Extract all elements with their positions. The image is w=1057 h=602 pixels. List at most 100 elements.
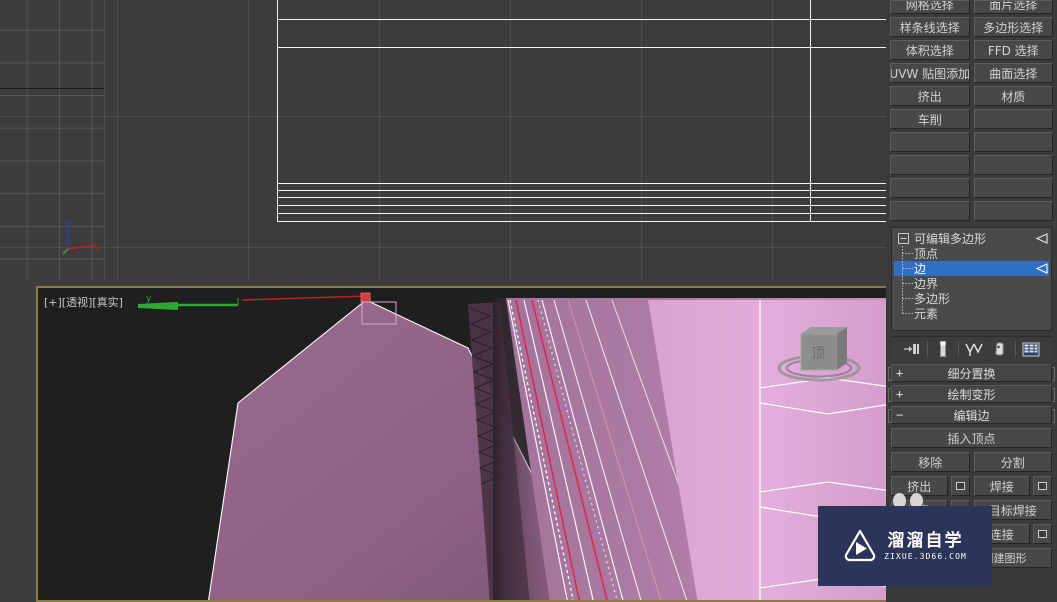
rollout-toggle-icon[interactable]: −	[896, 407, 903, 423]
light-bulb-icon[interactable]	[1033, 233, 1049, 244]
modifier-button-grid: 网格选择 面片选择 样条线选择 多边形选择 体积选择 FFD 选择 UVW 贴图添加 曲面选择…	[886, 0, 1057, 221]
configure-modifier-sets-icon[interactable]	[1020, 339, 1042, 359]
orthographic-viewport[interactable]: z y x	[0, 0, 886, 280]
rollout-bracket-left	[888, 388, 891, 402]
wireframe-edge	[277, 205, 886, 206]
scene-geometry: y	[138, 292, 886, 600]
stack-item-label: 元素	[914, 307, 939, 321]
tree-branch-icon	[897, 261, 914, 276]
view-cube[interactable]: 顶	[774, 316, 864, 396]
viewport-label: [+][透视][真实]	[44, 296, 123, 309]
stack-row-多边形[interactable]: 多边形	[894, 291, 1049, 306]
svg-text:y: y	[146, 294, 152, 304]
stack-row-元素[interactable]: 元素	[894, 306, 1049, 321]
modifier-button-网格选择[interactable]: 网格选择	[890, 0, 970, 14]
rollout-header-细分置换[interactable]: + 细分置换	[888, 364, 1055, 382]
tree-branch-icon	[897, 291, 914, 306]
wireframe-edge	[277, 0, 278, 222]
modifier-button-empty	[973, 132, 1053, 152]
rollout-bracket-right	[1052, 367, 1055, 381]
wireframe-edge	[277, 183, 886, 184]
connect-settings-button[interactable]	[1033, 524, 1052, 544]
modifier-button-UVW 贴图添加[interactable]: UVW 贴图添加	[890, 63, 970, 83]
viewport-grid-major	[0, 0, 886, 280]
rollout-bracket-right	[1052, 409, 1055, 423]
wireframe-edge	[810, 0, 811, 222]
modifier-button-样条线选择[interactable]: 样条线选择	[890, 17, 970, 37]
axis-tripod: z y x	[62, 218, 99, 255]
rollout-list: + 细分置换 + 绘制变形 − 编辑边	[886, 364, 1057, 424]
modifier-button-FFD 选择[interactable]: FFD 选择	[973, 40, 1053, 60]
modifier-button-曲面选择[interactable]: 曲面选择	[973, 63, 1053, 83]
3dsmax-window: z y x y [+][透视][真实] 顶 网格选择 面片选择 样条线选择 多边…	[0, 0, 1057, 602]
toolbar-separator	[1015, 341, 1016, 357]
svg-text:x: x	[95, 245, 99, 253]
modifier-stack-toolbar	[891, 336, 1052, 361]
wireframe-edge	[277, 221, 886, 222]
modifier-button-体积选择[interactable]: 体积选择	[890, 40, 970, 60]
rollout-toggle-icon[interactable]: +	[896, 386, 903, 402]
stack-row-顶点[interactable]: 顶点	[894, 246, 1049, 261]
wireframe-edge	[277, 213, 886, 214]
pin-stack-icon[interactable]	[901, 339, 923, 359]
svg-text:z: z	[70, 218, 74, 226]
modifier-button-材质[interactable]: 材质	[973, 86, 1053, 106]
rollout-bracket-right	[1052, 388, 1055, 402]
modifier-button-empty	[973, 155, 1053, 175]
stack-children: 顶点边边界 多边形 元素	[894, 246, 1049, 321]
insert-vertex-button[interactable]: 插入顶点	[891, 428, 1052, 448]
wireframe-edge	[277, 47, 886, 48]
rollout-label: 编辑边	[953, 408, 990, 423]
rollout-bracket-left	[888, 367, 891, 381]
modifier-button-挤出[interactable]: 挤出	[890, 86, 970, 106]
modifier-button-empty	[890, 178, 970, 198]
tree-branch-icon	[897, 306, 914, 321]
stack-row-边界[interactable]: 边界	[894, 276, 1049, 291]
expander-icon[interactable]	[897, 231, 914, 246]
weld-button[interactable]: 焊接	[973, 476, 1030, 496]
watermark-subtitle: ZIXUE.3D66.COM	[884, 552, 967, 561]
stack-row-root[interactable]: 可编辑多边形	[894, 231, 1049, 246]
modifier-button-多边形选择[interactable]: 多边形选择	[973, 17, 1053, 37]
show-end-result-icon[interactable]	[932, 339, 954, 359]
perspective-viewport[interactable]: y [+][透视][真实] 顶	[36, 286, 886, 602]
tree-branch-icon	[897, 276, 914, 291]
tree-branch-icon	[897, 246, 914, 261]
light-bulb-icon[interactable]	[1033, 263, 1049, 274]
remove-button[interactable]: 移除	[891, 452, 970, 472]
rollout-toggle-icon[interactable]: +	[896, 365, 903, 381]
svg-text:顶: 顶	[811, 346, 825, 362]
modifier-button-empty	[890, 201, 970, 221]
watermark-overlay: 溜溜自学 ZIXUE.3D66.COM	[818, 506, 992, 586]
toolbar-separator	[958, 341, 959, 357]
viewport-divider	[104, 0, 105, 280]
wireframe-edge	[277, 190, 886, 191]
rollout-bracket-left	[888, 409, 891, 423]
watermark-title: 溜溜自学	[887, 531, 964, 550]
modifier-button-empty	[973, 178, 1053, 198]
weld-settings-button[interactable]	[1033, 476, 1052, 496]
rollout-label: 绘制变形	[947, 387, 996, 402]
modifier-button-面片选择[interactable]: 面片选择	[973, 0, 1053, 14]
wireframe-edge	[277, 197, 886, 198]
svg-text:y: y	[62, 249, 66, 255]
modifier-button-empty	[890, 132, 970, 152]
extrude-settings-button[interactable]	[950, 476, 970, 496]
grid-axis-horizontal	[0, 88, 104, 89]
rollout-header-编辑边[interactable]: − 编辑边	[888, 406, 1055, 424]
split-button[interactable]: 分割	[973, 452, 1052, 472]
stack-row-边[interactable]: 边	[894, 261, 1049, 276]
modifier-button-empty	[890, 155, 970, 175]
rollout-header-绘制变形[interactable]: + 绘制变形	[888, 385, 1055, 403]
modifier-button-车削[interactable]: 车削	[890, 109, 970, 129]
toolbar-separator	[927, 341, 928, 357]
rollout-label: 细分置换	[947, 366, 996, 381]
modifier-button-empty	[973, 109, 1053, 129]
viewport-area: z y x y [+][透视][真实] 顶	[0, 0, 886, 602]
modifier-button-empty	[973, 201, 1053, 221]
make-unique-icon[interactable]	[963, 339, 985, 359]
wireframe-edge	[277, 19, 886, 20]
modifier-stack[interactable]: 可编辑多边形 顶点边边界 多边形 元素	[891, 227, 1052, 331]
play-triangle-icon	[844, 529, 876, 562]
remove-modifier-icon[interactable]	[989, 339, 1011, 359]
